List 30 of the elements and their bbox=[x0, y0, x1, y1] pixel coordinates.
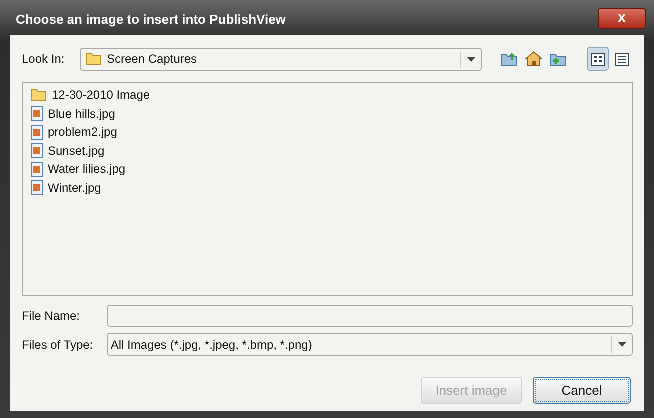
file-name[interactable]: 12-30-2010 Image bbox=[52, 88, 150, 102]
folder-icon bbox=[31, 88, 47, 102]
new-folder-icon[interactable] bbox=[550, 52, 567, 66]
file-name[interactable]: Water lilies.jpg bbox=[48, 162, 126, 176]
file-type-label: Files of Type: bbox=[22, 338, 94, 352]
file-name[interactable]: Blue hills.jpg bbox=[48, 106, 116, 121]
look-in-dropdown[interactable]: Screen Captures bbox=[80, 48, 482, 70]
image-file-icon bbox=[31, 143, 43, 158]
look-in-label: Look In: bbox=[22, 52, 66, 66]
cancel-button[interactable]: Cancel bbox=[533, 377, 631, 404]
file-name[interactable]: Winter.jpg bbox=[48, 180, 102, 195]
folder-up-icon[interactable] bbox=[501, 52, 518, 66]
file-name[interactable]: problem2.jpg bbox=[48, 125, 118, 140]
close-button[interactable]: x bbox=[598, 8, 646, 29]
home-icon[interactable] bbox=[525, 51, 543, 67]
dropdown-arrow-icon bbox=[618, 342, 626, 347]
image-file-icon bbox=[31, 180, 43, 196]
look-in-value: Screen Captures bbox=[107, 52, 198, 66]
file-name[interactable]: Sunset.jpg bbox=[48, 144, 105, 158]
list-view-icon[interactable] bbox=[587, 47, 609, 71]
window-title: Choose an image to insert into PublishView bbox=[16, 12, 286, 27]
folder-icon bbox=[86, 52, 102, 66]
image-file-icon bbox=[31, 124, 43, 140]
image-file-icon bbox=[31, 106, 43, 122]
dropdown-arrow-icon bbox=[466, 56, 476, 62]
image-file-icon bbox=[31, 162, 43, 177]
file-name-field[interactable] bbox=[106, 305, 633, 327]
file-type-value: All Images (*.jpg, *.jpeg, *.bmp, *.png) bbox=[110, 338, 312, 352]
file-name-label: File Name: bbox=[22, 309, 82, 323]
file-type-dropdown[interactable]: All Images (*.jpg, *.jpeg, *.bmp, *.png) bbox=[106, 333, 633, 356]
